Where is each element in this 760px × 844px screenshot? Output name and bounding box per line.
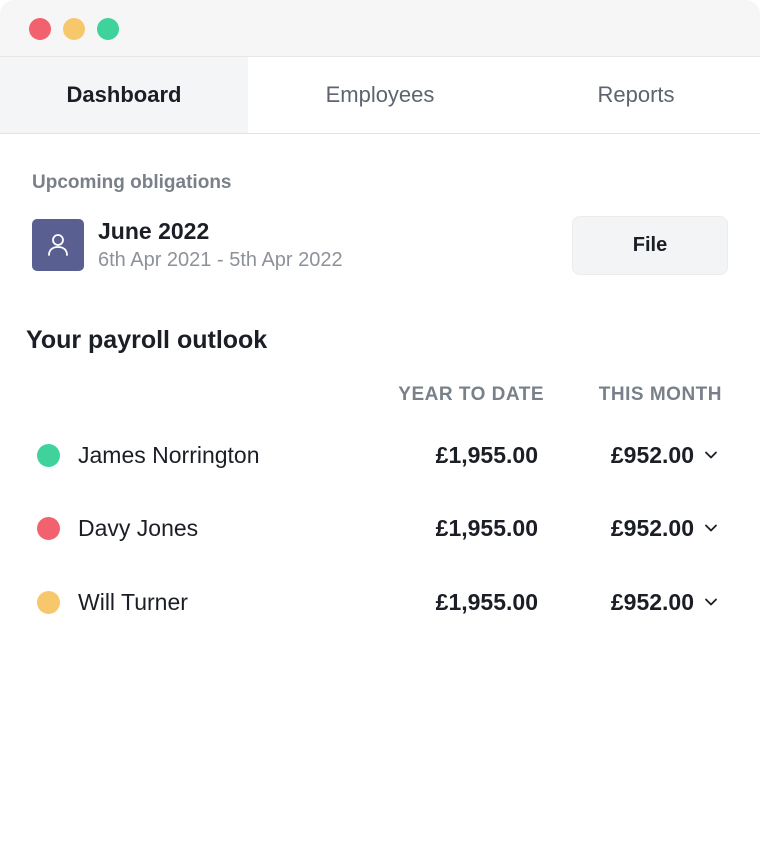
employee-row[interactable]: Davy Jones £1,955.00 £952.00	[0, 503, 760, 553]
obligation-avatar	[32, 219, 84, 271]
year-to-date-amount: £1,955.00	[435, 589, 538, 615]
status-dot	[37, 517, 60, 540]
year-to-date-column-header: YEAR TO DATE	[398, 384, 544, 405]
close-window-button[interactable]	[29, 18, 51, 40]
employee-name: James Norrington	[78, 442, 260, 468]
year-to-date-amount: £1,955.00	[435, 442, 538, 468]
tab-reports[interactable]: Reports	[512, 57, 760, 133]
employee-row[interactable]: Will Turner £1,955.00 £952.00	[0, 577, 760, 627]
obligation-title: June 2022	[98, 218, 210, 244]
chevron-down-icon[interactable]	[703, 448, 719, 462]
main-tabs: Dashboard Employees Reports	[0, 57, 760, 134]
status-dot	[37, 591, 60, 614]
file-button[interactable]: File	[572, 216, 728, 275]
payroll-outlook-heading: Your payroll outlook	[26, 326, 268, 354]
employee-name: Davy Jones	[78, 515, 199, 541]
chevron-down-icon[interactable]	[703, 595, 719, 609]
year-to-date-amount: £1,955.00	[435, 515, 538, 541]
maximize-window-button[interactable]	[97, 18, 119, 40]
this-month-amount: £952.00	[610, 589, 694, 615]
this-month-amount: £952.00	[610, 515, 694, 541]
this-month-column-header: THIS MONTH	[598, 384, 722, 405]
status-dot	[37, 444, 60, 467]
employee-row[interactable]: James Norrington £1,955.00 £952.00	[0, 430, 760, 480]
title-bar	[0, 0, 760, 57]
obligation-date-range: 6th Apr 2021 - 5th Apr 2022	[98, 249, 343, 271]
employee-name: Will Turner	[78, 589, 188, 615]
this-month-amount: £952.00	[610, 442, 694, 468]
upcoming-obligations-label: Upcoming obligations	[32, 172, 232, 193]
chevron-down-icon[interactable]	[703, 521, 719, 535]
app-window: Dashboard Employees Reports Upcoming obl…	[0, 0, 760, 844]
tab-dashboard[interactable]: Dashboard	[0, 57, 248, 133]
tab-employees[interactable]: Employees	[248, 57, 512, 133]
user-icon	[48, 234, 68, 256]
minimize-window-button[interactable]	[63, 18, 85, 40]
